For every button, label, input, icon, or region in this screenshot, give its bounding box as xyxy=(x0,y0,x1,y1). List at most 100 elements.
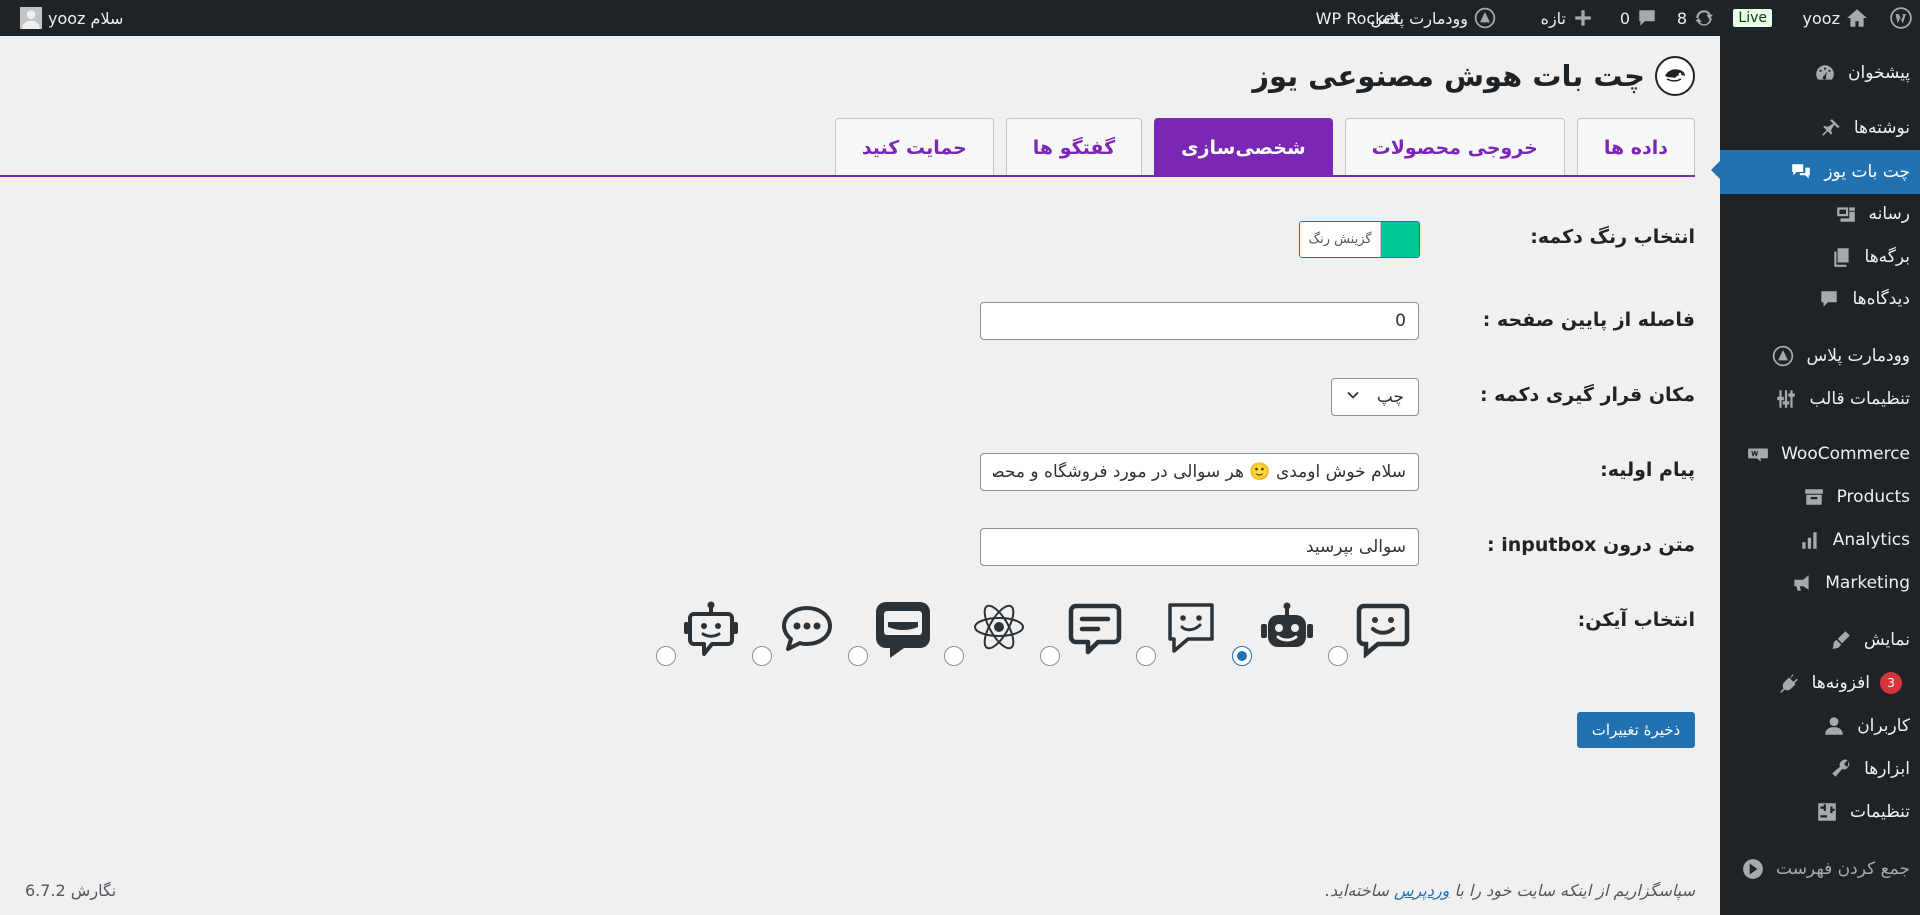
sidebar-item-woocommerce[interactable]: WooCommerce xyxy=(1720,434,1920,474)
save-changes-button[interactable]: ذخیرهٔ تغییرات xyxy=(1577,712,1695,748)
initial-message-label: پیام اولیه: xyxy=(1600,459,1695,481)
plugin-icon xyxy=(1776,670,1802,696)
icon-option-5[interactable] xyxy=(944,600,1036,670)
bar-chart-icon xyxy=(1797,527,1823,553)
chevron-down-icon xyxy=(1346,387,1360,407)
greeting: سلام yooz xyxy=(48,8,124,28)
site-name: yooz xyxy=(1802,8,1840,28)
site-name-link[interactable]: yooz xyxy=(1803,0,1868,36)
bold-message-icon xyxy=(874,600,932,658)
chat-dots-icon xyxy=(778,600,836,658)
refresh-icon xyxy=(1693,7,1715,29)
admin-sidebar: پیشخوان نوشته‌ها چت بات یوز رسانه برگه‌ه… xyxy=(1711,36,1920,915)
icon-option-2[interactable] xyxy=(1232,600,1324,670)
chat-icon xyxy=(1788,159,1814,185)
icon-option-6[interactable] xyxy=(848,600,940,670)
button-position-select[interactable]: چپ xyxy=(1331,378,1419,416)
sidebar-item-posts[interactable]: نوشته‌ها xyxy=(1720,108,1920,148)
page-title-text: چت بات هوش مصنوعی یوز xyxy=(1252,59,1645,93)
sidebar-item-appearance[interactable]: نمایش xyxy=(1720,620,1920,660)
icon-option-radio[interactable] xyxy=(1040,646,1060,666)
user-icon xyxy=(1821,713,1847,739)
icon-option-radio[interactable] xyxy=(752,646,772,666)
new-content-link[interactable]: تازه xyxy=(1541,0,1594,36)
wordpress-logo-button[interactable] xyxy=(1890,0,1912,36)
sidebar-item-woodmart[interactable]: وودمارت پلاس xyxy=(1720,336,1920,376)
icon-option-radio[interactable] xyxy=(1136,646,1156,666)
woodmart-icon xyxy=(1474,7,1496,29)
atom-icon xyxy=(970,600,1028,658)
media-icon xyxy=(1833,201,1859,227)
woo-icon xyxy=(1745,441,1771,467)
tab-customization[interactable]: شخصی‌سازی xyxy=(1154,118,1333,176)
pin-icon xyxy=(1818,115,1844,141)
sliders-icon xyxy=(1773,386,1799,412)
icon-option-radio[interactable] xyxy=(944,646,964,666)
sidebar-collapse-button[interactable]: جمع کردن فهرست xyxy=(1720,849,1920,889)
initial-message-input[interactable] xyxy=(980,453,1419,491)
robot-icon xyxy=(1258,600,1316,658)
comments-link[interactable]: 0 xyxy=(1620,0,1658,36)
smiley-bubble-outline-icon xyxy=(1162,600,1220,658)
bottom-distance-input[interactable] xyxy=(980,302,1419,340)
icon-option-8[interactable] xyxy=(656,600,748,670)
admin-bar: yooz Live 8 0 تازه وودمارت پلاس WP Rocke… xyxy=(0,0,1920,36)
color-picker-button[interactable]: گزینش رنگ xyxy=(1299,221,1420,258)
tab-data[interactable]: داده ها xyxy=(1576,118,1695,176)
icon-options xyxy=(656,600,1420,670)
sidebar-item-users[interactable]: کاربران xyxy=(1720,706,1920,746)
icon-option-7[interactable] xyxy=(752,600,844,670)
icon-option-radio[interactable] xyxy=(1328,646,1348,666)
inputbox-text-label: متن درون inputbox : xyxy=(1487,534,1695,556)
icon-choice-label: انتخاب آیکن: xyxy=(1577,609,1695,631)
updates-link[interactable]: 8 xyxy=(1677,0,1715,36)
settings-tabs: داده ها خروجی محصولات شخصی‌سازی گفتگو ها… xyxy=(834,118,1695,176)
tab-underline xyxy=(0,175,1695,177)
comments-count: 0 xyxy=(1619,8,1630,28)
icon-option-radio[interactable] xyxy=(1232,646,1252,666)
account-menu[interactable]: سلام yooz xyxy=(20,0,123,36)
tab-conversations[interactable]: گفتگو ها xyxy=(1005,118,1143,176)
icon-option-1[interactable] xyxy=(1328,600,1420,670)
footer-thanks: سپاسگزاریم از اینکه سایت خود را با وردپر… xyxy=(1324,881,1695,900)
sidebar-item-plugins[interactable]: افزونه‌ها 3 xyxy=(1720,663,1920,703)
wp-rocket-link[interactable]: WP Rocket xyxy=(1316,0,1400,36)
icon-option-radio[interactable] xyxy=(656,646,676,666)
tab-product-export[interactable]: خروجی محصولات xyxy=(1344,118,1565,176)
dashboard-icon xyxy=(1812,60,1838,86)
sidebar-item-settings[interactable]: تنظیمات xyxy=(1720,792,1920,832)
woodmart-icon xyxy=(1770,343,1796,369)
sidebar-item-products[interactable]: Products xyxy=(1720,477,1920,517)
sidebar-item-marketing[interactable]: Marketing xyxy=(1720,563,1920,603)
tab-support[interactable]: حمایت کنید xyxy=(834,118,994,176)
color-pick-label: گزینش رنگ xyxy=(1300,222,1381,257)
icon-option-radio[interactable] xyxy=(848,646,868,666)
brush-icon xyxy=(1828,627,1854,653)
plugins-update-badge: 3 xyxy=(1880,672,1902,694)
inputbox-text-input[interactable] xyxy=(980,528,1419,566)
bottom-distance-label: فاصله از پایین صفحه : xyxy=(1482,309,1695,331)
button-color-label: انتخاب رنگ دکمه: xyxy=(1530,226,1695,248)
sidebar-item-dashboard[interactable]: پیشخوان xyxy=(1720,53,1920,93)
home-icon xyxy=(1846,7,1868,29)
sidebar-item-tools[interactable]: ابزارها xyxy=(1720,749,1920,789)
wp-version: نگارش 6.7.2 xyxy=(25,881,117,900)
icon-option-3[interactable] xyxy=(1136,600,1228,670)
sidebar-item-media[interactable]: رسانه xyxy=(1720,194,1920,234)
sidebar-item-theme-settings[interactable]: تنظیمات قالب xyxy=(1720,379,1920,419)
yooz-logo-icon xyxy=(1655,56,1695,96)
smiley-bubble-icon xyxy=(1354,600,1412,659)
megaphone-icon xyxy=(1789,570,1815,596)
pages-icon xyxy=(1829,244,1855,270)
wordpress-link[interactable]: وردپرس xyxy=(1394,881,1449,900)
live-badge[interactable]: Live xyxy=(1733,0,1772,36)
comment-icon xyxy=(1816,286,1842,312)
sidebar-item-analytics[interactable]: Analytics xyxy=(1720,520,1920,560)
sidebar-item-comments[interactable]: دیدگاه‌ها xyxy=(1720,279,1920,319)
color-swatch xyxy=(1381,222,1419,257)
message-lines-icon xyxy=(1066,600,1124,658)
icon-option-4[interactable] xyxy=(1040,600,1132,670)
robot-outline-icon xyxy=(682,600,740,658)
sidebar-item-pages[interactable]: برگه‌ها xyxy=(1720,237,1920,277)
sidebar-item-yooz-chatbot[interactable]: چت بات یوز xyxy=(1711,150,1920,194)
